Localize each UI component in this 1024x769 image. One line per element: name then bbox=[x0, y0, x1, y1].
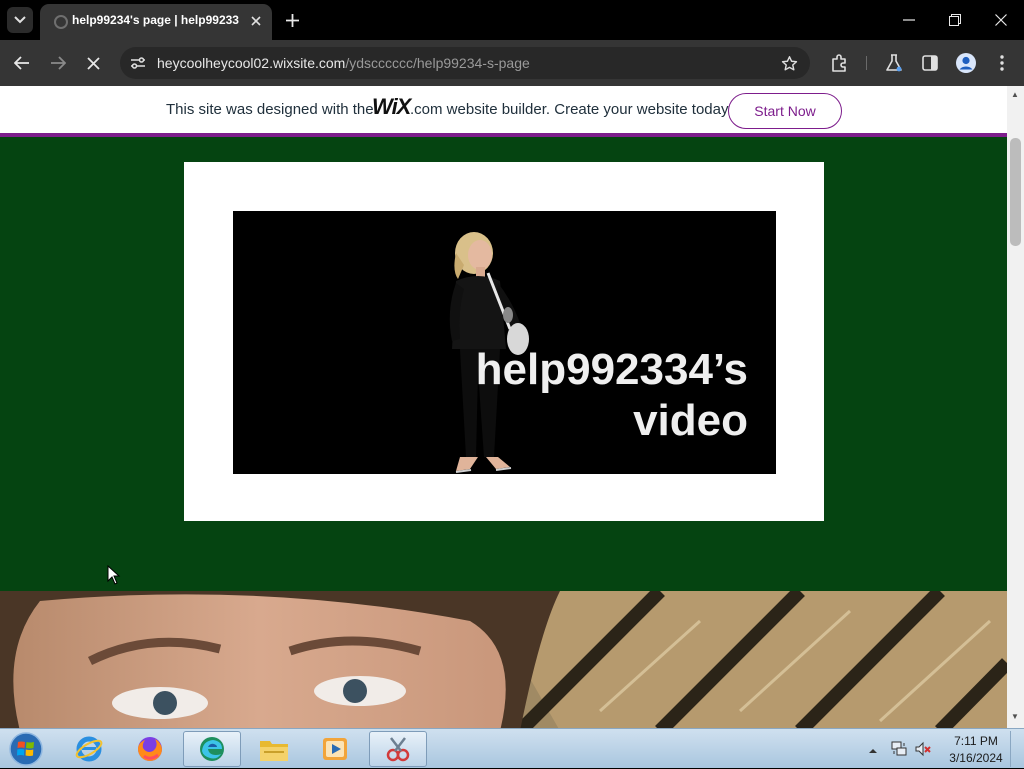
url-path: /ydscccccc/help99234-s-page bbox=[345, 55, 530, 71]
video-card: help992334’s video bbox=[184, 162, 824, 521]
toolbar-separator bbox=[866, 56, 867, 70]
banner-text-continued: .com website builder. Create your websit… bbox=[410, 101, 732, 118]
speaker-muted-icon bbox=[915, 741, 931, 757]
scroll-up-arrow-icon[interactable]: ▲ bbox=[1011, 90, 1019, 99]
wood-planks bbox=[480, 591, 1007, 728]
wix-logo[interactable]: WiX bbox=[372, 94, 411, 120]
show-desktop-button[interactable] bbox=[1010, 731, 1022, 767]
system-tray: 7:11 PM 3/16/2024 bbox=[862, 729, 1024, 769]
close-icon bbox=[995, 14, 1007, 26]
taskbar-file-explorer[interactable] bbox=[245, 731, 303, 767]
scrollbar-thumb[interactable] bbox=[1010, 138, 1021, 246]
wix-banner: This site was designed with the WiX .com… bbox=[0, 86, 1007, 134]
flask-icon bbox=[886, 54, 902, 72]
side-panel-button[interactable] bbox=[918, 51, 942, 75]
video-title-line-2: video bbox=[633, 396, 748, 445]
address-bar[interactable]: heycoolheycool02.wixsite.com/ydscccccc/h… bbox=[120, 47, 810, 79]
close-icon bbox=[251, 16, 261, 26]
arrow-left-icon bbox=[14, 56, 29, 70]
windows-logo-icon bbox=[9, 732, 43, 766]
page-scrollbar[interactable]: ▲ ▼ bbox=[1007, 86, 1024, 728]
extensions-button[interactable] bbox=[828, 51, 852, 75]
media-player-icon bbox=[323, 738, 347, 760]
site-info-button[interactable] bbox=[129, 54, 147, 72]
photo-banner bbox=[0, 591, 1007, 728]
network-icon-button[interactable] bbox=[890, 740, 908, 763]
active-tab[interactable]: help99234's page | help99233 bbox=[40, 4, 272, 40]
url-text[interactable]: heycoolheycool02.wixsite.com/ydscccccc/h… bbox=[157, 55, 530, 71]
forward-button[interactable] bbox=[46, 51, 70, 75]
restore-icon bbox=[949, 14, 961, 26]
side-panel-icon bbox=[922, 55, 938, 71]
close-window-button[interactable] bbox=[989, 8, 1013, 32]
video-title: help992334’s video bbox=[476, 344, 748, 446]
tab-title: help99234's page | help99233 bbox=[72, 13, 239, 27]
bookmark-star-button[interactable] bbox=[778, 52, 800, 74]
taskbar-edge[interactable] bbox=[183, 731, 241, 767]
plus-icon bbox=[285, 13, 299, 27]
taskbar-firefox[interactable] bbox=[121, 731, 179, 767]
taskbar: 7:11 PM 3/16/2024 bbox=[0, 728, 1024, 768]
labs-button[interactable] bbox=[882, 51, 906, 75]
minimize-icon bbox=[903, 19, 915, 21]
edge-icon bbox=[200, 737, 224, 761]
chevron-down-icon bbox=[14, 16, 26, 24]
taskbar-snipping-tool[interactable] bbox=[369, 731, 427, 767]
volume-muted-button[interactable] bbox=[914, 740, 932, 763]
profile-button[interactable] bbox=[954, 51, 978, 75]
url-host: heycoolheycool02.wixsite.com bbox=[157, 55, 346, 71]
back-button[interactable] bbox=[10, 51, 34, 75]
chevron-up-icon bbox=[869, 749, 877, 753]
file-explorer-icon bbox=[260, 741, 288, 761]
firefox-icon bbox=[138, 737, 162, 761]
menu-button[interactable] bbox=[990, 51, 1014, 75]
snipping-tool-icon bbox=[386, 737, 410, 762]
minimize-button[interactable] bbox=[897, 8, 921, 32]
close-icon bbox=[86, 56, 100, 70]
stop-loading-button[interactable] bbox=[81, 51, 105, 75]
start-button[interactable] bbox=[6, 730, 46, 768]
scroll-down-arrow-icon[interactable]: ▼ bbox=[1011, 712, 1019, 721]
video-thumbnail[interactable]: help992334’s video bbox=[233, 211, 776, 474]
show-hidden-icons-button[interactable] bbox=[868, 742, 878, 760]
avatar-icon bbox=[956, 53, 976, 73]
tune-icon bbox=[131, 57, 145, 69]
restore-button[interactable] bbox=[943, 8, 967, 32]
mouse-cursor-icon bbox=[107, 565, 121, 585]
start-now-button[interactable]: Start Now bbox=[728, 93, 842, 129]
banner-text: This site was designed with the bbox=[166, 101, 374, 118]
clock-time[interactable]: 7:11 PM bbox=[946, 734, 1006, 748]
arrow-right-icon bbox=[51, 56, 66, 70]
network-icon bbox=[891, 741, 907, 756]
new-tab-button[interactable] bbox=[282, 10, 302, 30]
more-vert-icon bbox=[1000, 55, 1004, 71]
tab-search-button[interactable] bbox=[7, 7, 33, 33]
star-icon bbox=[781, 55, 797, 71]
tab-close-button[interactable] bbox=[247, 12, 265, 30]
taskbar-media-player[interactable] bbox=[306, 731, 364, 767]
tab-strip: help99234's page | help99233 bbox=[0, 0, 1024, 40]
clock-date[interactable]: 3/16/2024 bbox=[942, 751, 1010, 765]
taskbar-internet-explorer[interactable] bbox=[60, 731, 118, 767]
video-title-line-1: help992334’s bbox=[475, 345, 748, 394]
puzzle-icon bbox=[832, 54, 846, 72]
browser-toolbar: heycoolheycool02.wixsite.com/ydscccccc/h… bbox=[0, 40, 1024, 86]
internet-explorer-icon bbox=[75, 736, 103, 762]
page-content: help992334’s video bbox=[0, 137, 1007, 728]
loading-favicon-icon bbox=[54, 15, 68, 29]
